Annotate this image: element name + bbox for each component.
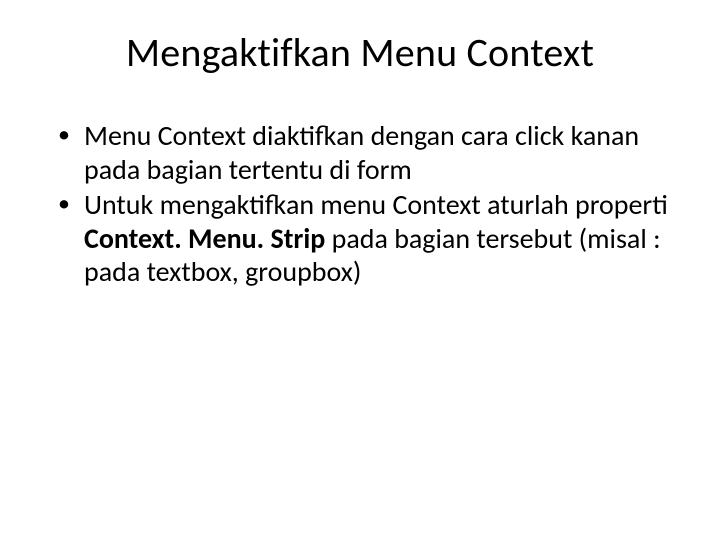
list-item: Menu Context diaktifkan dengan cara clic… bbox=[58, 119, 672, 186]
bullet-text-bold: Context. Menu. Strip bbox=[84, 221, 325, 256]
bullet-text: Menu Context diaktifkan dengan cara clic… bbox=[84, 118, 639, 187]
bullet-text-prefix: Untuk mengaktifkan menu Context aturlah … bbox=[84, 187, 668, 222]
slide: Mengaktifkan Menu Context Menu Context d… bbox=[0, 0, 720, 540]
list-item: Untuk mengaktifkan menu Context aturlah … bbox=[58, 188, 672, 289]
slide-title: Mengaktifkan Menu Context bbox=[48, 28, 672, 77]
bullet-list: Menu Context diaktifkan dengan cara clic… bbox=[48, 119, 672, 289]
